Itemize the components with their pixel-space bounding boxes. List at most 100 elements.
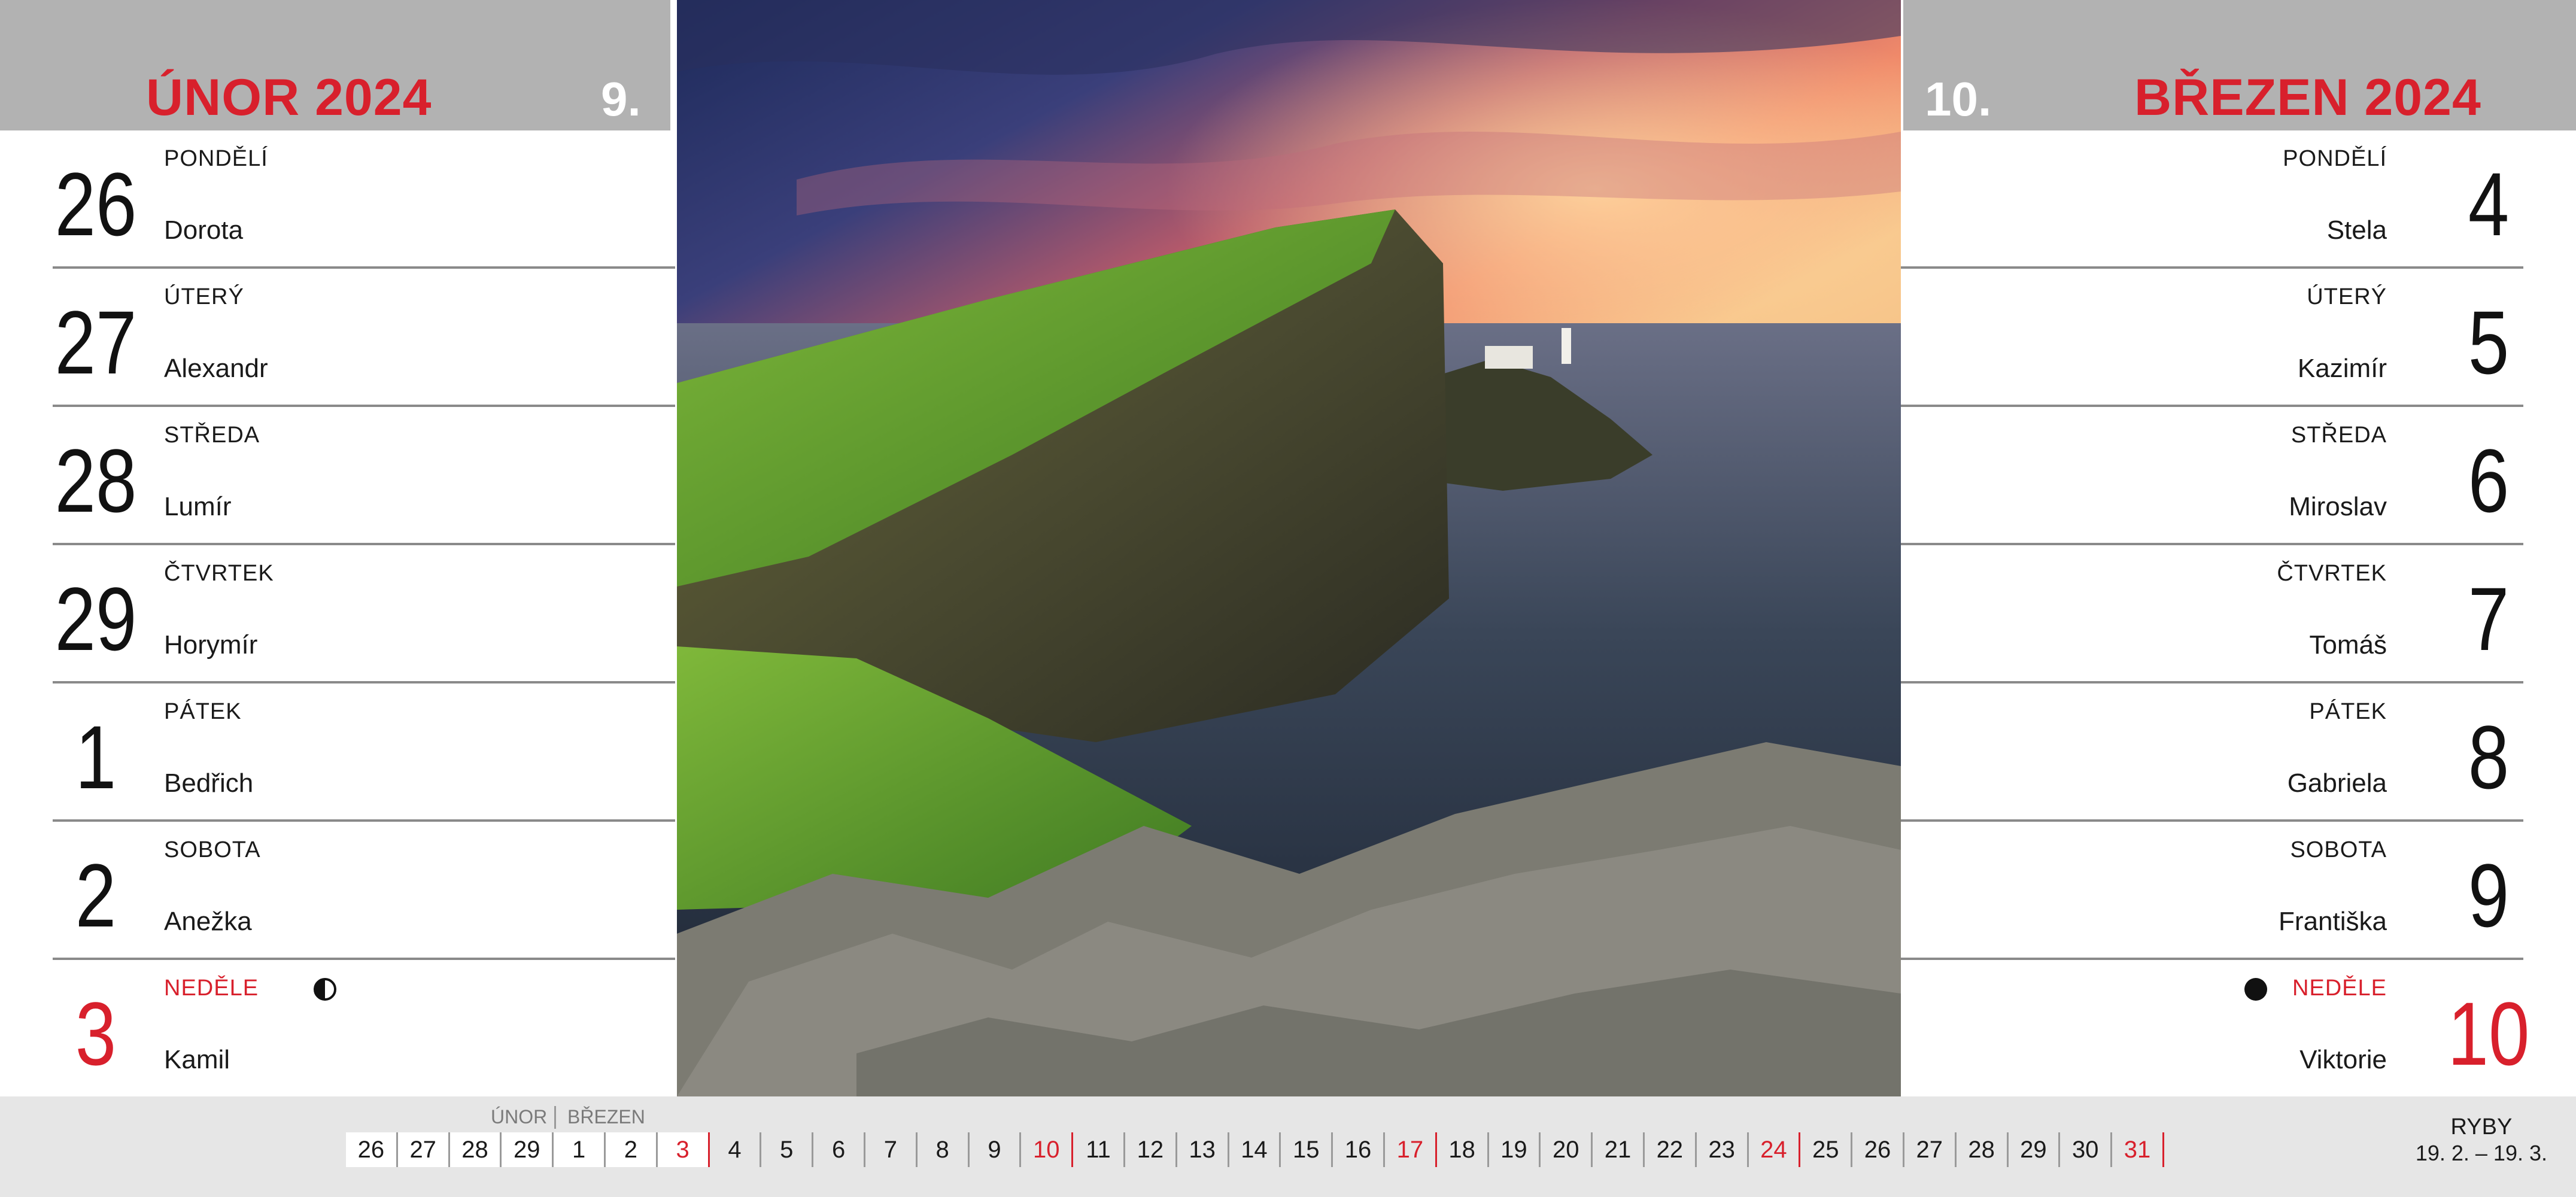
mini-calendar-day: 3 [657,1132,710,1167]
mini-calendar-day: 14 [1229,1132,1281,1167]
day-number: 2 [75,845,117,946]
mini-month-label-prev: ÚNOR [491,1106,548,1128]
mini-calendar-day: 16 [1333,1132,1385,1167]
day-number: 5 [2468,292,2510,393]
mini-calendar-day: 8 [917,1132,970,1167]
name-day: Františka [2279,907,2387,936]
day-number: 4 [2468,154,2510,254]
day-number: 10 [2447,983,2530,1084]
mini-month-divider [554,1106,556,1129]
mini-calendar-day: 1 [554,1132,606,1167]
name-day: Kazimír [2297,354,2387,383]
day-number: 8 [2468,707,2510,807]
weekday-name: NEDĚLE [2292,976,2387,1001]
right-week-number: 10. [1925,72,1992,126]
zodiac-info: RYBY 19. 2. – 19. 3. [2416,1114,2547,1165]
mini-calendar-day: 25 [1800,1132,1853,1167]
mini-calendar-day: 18 [1436,1132,1489,1167]
day-number: 1 [75,707,117,807]
mini-calendar-day: 7 [865,1132,918,1167]
day-row: 9 SOBOTA Františka [1901,822,2576,960]
day-row: 6 STŘEDA Miroslav [1901,407,2576,545]
mini-calendar-day: 23 [1696,1132,1749,1167]
day-row: 27 ÚTERÝ Alexandr [0,269,675,407]
mini-calendar-day: 21 [1593,1132,1645,1167]
weekday-name: STŘEDA [2291,423,2387,448]
name-day: Alexandr [164,354,268,383]
name-day: Dorota [164,215,244,245]
day-number: 29 [54,569,137,669]
mini-calendar-days: 26 27 28 29 1 2 3 4 5 6 7 8 9 10 11 12 13 14 15 16 17 18 19 20 2… [346,1132,2164,1179]
mini-calendar-day: 28 [449,1132,502,1167]
mini-calendar-day: 15 [1281,1132,1333,1167]
mini-month-label-next: BŘEZEN [567,1106,645,1128]
weekday-name: STŘEDA [164,423,260,448]
mini-calendar-day: 31 [2112,1132,2164,1167]
day-row: 3 NEDĚLE Kamil [0,960,675,1098]
weekday-name: PONDĚLÍ [2283,146,2387,171]
name-day: Tomáš [2309,630,2387,660]
mini-calendar-day: 27 [1904,1132,1957,1167]
day-row: 1 PÁTEK Bedřich [0,683,675,822]
name-day: Miroslav [2289,492,2387,521]
day-number: 28 [54,430,137,531]
first-quarter-moon-icon [314,978,336,1001]
weekday-name: ČTVRTEK [2277,561,2387,586]
day-row: 28 STŘEDA Lumír [0,407,675,545]
day-row: 10 NEDĚLE Viktorie [1901,960,2576,1098]
left-month-title: ÚNOR 2024 [146,69,432,126]
mini-calendar-day: 26 [346,1132,398,1167]
day-number: 3 [75,983,117,1084]
mini-calendar-day: 9 [969,1132,1022,1167]
mini-calendar-day: 29 [2008,1132,2061,1167]
mini-calendar-day: 11 [1073,1132,1125,1167]
day-number: 27 [54,292,137,393]
mini-calendar-day: 19 [1489,1132,1541,1167]
day-row: 8 PÁTEK Gabriela [1901,683,2576,822]
name-day: Kamil [164,1045,230,1074]
day-number: 7 [2468,569,2510,669]
zodiac-sign: RYBY [2450,1114,2513,1140]
weekday-name: SOBOTA [2290,837,2387,862]
mini-calendar-day: 4 [709,1132,762,1167]
weekday-name: PÁTEK [2309,699,2387,724]
weekday-name: ÚTERÝ [164,284,244,309]
name-day: Stela [2326,215,2387,245]
mini-calendar-day: 28 [1956,1132,2009,1167]
weekday-name: NEDĚLE [164,976,259,1001]
day-row: 2 SOBOTA Anežka [0,822,675,960]
weekday-name: ČTVRTEK [164,561,274,586]
name-day: Horymír [164,630,258,660]
mini-calendar-day: 2 [605,1132,658,1167]
left-month-header: ÚNOR 2024 9. [0,0,670,130]
mini-calendar-strip: ÚNOR BŘEZEN 26 27 28 29 1 2 3 4 5 6 7 8 9 10 11 12 13 14 1… [0,1096,2576,1197]
weekday-name: PÁTEK [164,699,242,724]
mini-calendar-day: 30 [2060,1132,2113,1167]
mini-calendar-day: 6 [813,1132,865,1167]
mini-calendar-day: 17 [1384,1132,1437,1167]
name-day: Gabriela [2287,768,2387,798]
left-week-number: 9. [601,72,641,126]
day-row: 7 ČTVRTEK Tomáš [1901,545,2576,683]
mini-calendar-day: 22 [1644,1132,1697,1167]
name-day: Viktorie [2299,1045,2387,1074]
right-day-list: 4 PONDĚLÍ Stela 5 ÚTERÝ Kazimír 6 STŘEDA Mirosla… [1901,130,2576,1096]
day-row: 29 ČTVRTEK Horymír [0,545,675,683]
mini-calendar-day: 24 [1748,1132,1801,1167]
day-row: 5 ÚTERÝ Kazimír [1901,269,2576,407]
mini-calendar-day: 12 [1125,1132,1177,1167]
mini-calendar-day: 29 [502,1132,554,1167]
name-day: Bedřich [164,768,254,798]
day-row: 26 PONDĚLÍ Dorota [0,130,675,269]
day-number: 6 [2468,430,2510,531]
landscape-photo [677,0,1901,1096]
day-number: 26 [54,154,137,254]
zodiac-range: 19. 2. – 19. 3. [2415,1140,2547,1165]
right-month-title: BŘEZEN 2024 [2134,69,2481,126]
mini-calendar-day: 26 [1852,1132,1904,1167]
right-month-header: 10. BŘEZEN 2024 [1903,0,2576,130]
mini-calendar-day: 27 [397,1132,450,1167]
weekday-name: SOBOTA [164,837,261,862]
day-number: 9 [2468,845,2510,946]
new-moon-icon [2244,978,2267,1001]
